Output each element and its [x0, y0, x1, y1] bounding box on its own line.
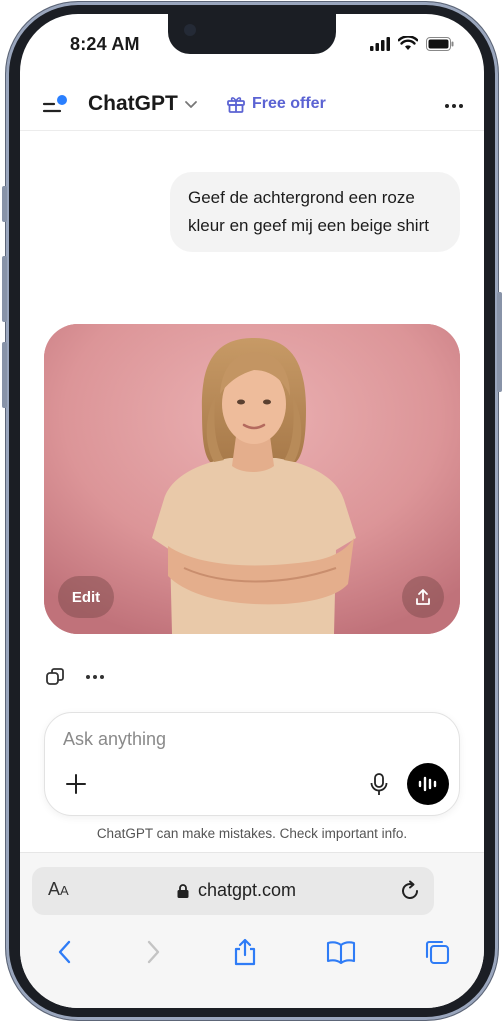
side-button-power	[497, 292, 502, 392]
header-divider	[20, 130, 484, 131]
url-text: chatgpt.com	[198, 880, 297, 900]
disclaimer-text: ChatGPT can make mistakes. Check importa…	[96, 826, 408, 841]
reload-icon[interactable]	[398, 879, 422, 903]
tabs-icon[interactable]	[422, 937, 452, 967]
app-header: ChatGPT Free offer	[20, 84, 484, 130]
aa-large: A	[48, 879, 61, 899]
notch	[168, 14, 336, 54]
back-icon[interactable]	[50, 937, 80, 967]
copy-icon[interactable]	[44, 666, 66, 688]
share-icon	[416, 589, 430, 605]
voice-mode-button[interactable]	[407, 763, 449, 805]
sidebar-menu-icon[interactable]	[42, 94, 70, 118]
voice-mode-icon	[418, 776, 437, 792]
side-button-mute	[2, 186, 7, 222]
more-options-icon[interactable]	[442, 96, 466, 116]
signal-icon	[370, 36, 390, 51]
url-display: chatgpt.com	[176, 880, 296, 901]
browser-toolbar: AA chatgpt.com	[20, 852, 484, 1008]
user-message: Geef de achtergrond een roze kleur en ge…	[170, 172, 460, 252]
status-icons	[370, 36, 454, 51]
front-camera	[184, 24, 196, 36]
prompt-input[interactable]	[63, 729, 423, 750]
aa-small: A	[60, 883, 69, 898]
wifi-icon	[398, 36, 418, 50]
gift-icon	[227, 97, 245, 113]
free-offer-label: Free offer	[252, 95, 326, 112]
lock-icon	[177, 883, 189, 898]
free-offer-button[interactable]: Free offer	[226, 94, 326, 114]
generated-image[interactable]: Edit	[44, 324, 460, 634]
browser-nav	[20, 933, 484, 973]
battery-icon	[426, 36, 454, 51]
reader-settings-button[interactable]: AA	[48, 879, 69, 900]
composer	[44, 712, 460, 816]
screen: 8:24 AM ChatGPT Free offer Geef de achte…	[20, 14, 484, 1008]
share-icon[interactable]	[230, 937, 260, 967]
microphone-icon[interactable]	[367, 771, 391, 797]
more-options-icon[interactable]	[84, 666, 106, 688]
model-selector[interactable]: ChatGPT	[88, 92, 198, 116]
chevron-down-icon	[184, 101, 197, 108]
side-button-volume-up	[2, 256, 7, 322]
share-image-button[interactable]	[402, 576, 444, 618]
address-bar[interactable]: AA chatgpt.com	[32, 867, 434, 915]
plus-icon[interactable]	[63, 771, 89, 797]
side-button-volume-down	[2, 342, 7, 408]
forward-icon[interactable]	[138, 937, 168, 967]
status-time: 8:24 AM	[70, 34, 140, 54]
message-actions	[44, 666, 106, 688]
bookmarks-icon[interactable]	[326, 937, 356, 967]
app-title: ChatGPT	[88, 92, 178, 115]
edit-image-button[interactable]: Edit	[58, 576, 114, 618]
